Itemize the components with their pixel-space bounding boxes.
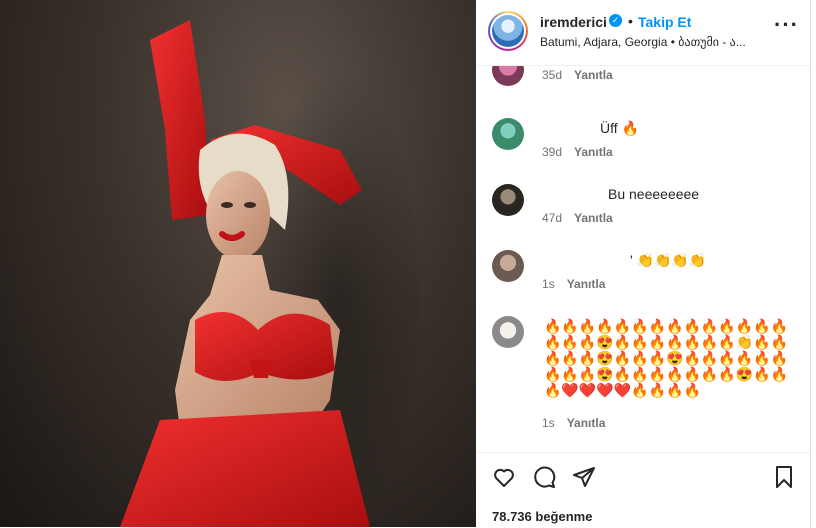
post-photo[interactable]	[0, 0, 476, 527]
comment-meta: 1s Yanıtla	[542, 416, 605, 430]
share-icon[interactable]	[572, 465, 596, 489]
comment-age: 1s	[542, 277, 555, 291]
comment-item: ' 👏👏👏👏 1s Yanıtla	[492, 250, 792, 300]
comment-age: 35d	[542, 68, 563, 82]
post-sidebar: iremderici ✓ • Takip Et Batumi, Adjara, …	[476, 0, 811, 527]
comment-text: Üff 🔥	[600, 120, 639, 136]
avatar-image	[492, 15, 524, 47]
reply-button[interactable]: Yanıtla	[574, 145, 613, 159]
comment-age: 39d	[542, 145, 563, 159]
author-username[interactable]: iremderici	[540, 14, 607, 30]
comment-item: Üff 🔥 39d Yanıtla	[492, 118, 792, 168]
commenter-avatar[interactable]	[492, 184, 524, 216]
comment-icon[interactable]	[532, 465, 556, 489]
comment-text: Bu neeeeeeee	[608, 186, 700, 202]
commenter-avatar[interactable]	[492, 316, 524, 348]
reply-button[interactable]: Yanıtla	[574, 68, 613, 82]
comment-age: 1s	[542, 416, 555, 430]
comment-meta: 1s Yanıtla	[542, 277, 605, 291]
comment-meta: 35d Yanıtla	[542, 68, 613, 82]
heart-icon[interactable]	[492, 465, 516, 489]
reply-button[interactable]: Yanıtla	[567, 277, 606, 291]
post-image	[120, 20, 420, 527]
commenter-avatar[interactable]	[492, 118, 524, 150]
comment-age: 47d	[542, 211, 563, 225]
comment-text: ' 👏👏👏👏	[630, 252, 707, 268]
follow-button[interactable]: Takip Et	[638, 14, 691, 30]
more-options-icon[interactable]: ···	[774, 14, 798, 40]
post-header: iremderici ✓ • Takip Et Batumi, Adjara, …	[476, 0, 810, 66]
comment-item: Bu neeeeeeee 47d Yanıtla	[492, 184, 792, 234]
separator-dot: •	[628, 13, 633, 29]
verified-badge-icon: ✓	[609, 14, 622, 27]
reply-button[interactable]: Yanıtla	[567, 416, 606, 430]
comment-item: 35d Yanıtla	[492, 66, 792, 98]
likes-count[interactable]: 78.736 beğenme	[492, 509, 592, 524]
commenter-avatar[interactable]	[492, 66, 524, 86]
location-link[interactable]: Batumi, Adjara, Georgia • ბათუმი - ა...	[540, 35, 760, 49]
comment-meta: 47d Yanıtla	[542, 211, 613, 225]
comment-item: 🔥🔥🔥🔥🔥🔥🔥🔥🔥🔥🔥🔥🔥🔥🔥🔥🔥😍🔥🔥🔥🔥🔥🔥🔥👏🔥🔥🔥🔥🔥😍🔥🔥🔥😍🔥🔥🔥🔥…	[492, 316, 792, 436]
comment-text: 🔥🔥🔥🔥🔥🔥🔥🔥🔥🔥🔥🔥🔥🔥🔥🔥🔥😍🔥🔥🔥🔥🔥🔥🔥👏🔥🔥🔥🔥🔥😍🔥🔥🔥😍🔥🔥🔥🔥…	[544, 318, 789, 398]
post-actions: 78.736 beğenme	[476, 452, 810, 528]
commenter-avatar[interactable]	[492, 250, 524, 282]
bookmark-icon[interactable]	[772, 465, 796, 489]
comment-meta: 39d Yanıtla	[542, 145, 613, 159]
comments-list[interactable]: 35d Yanıtla Üff 🔥 39d Yanıtla Bu neeeeeeee…	[476, 66, 810, 452]
author-avatar[interactable]	[488, 11, 528, 51]
reply-button[interactable]: Yanıtla	[574, 211, 613, 225]
